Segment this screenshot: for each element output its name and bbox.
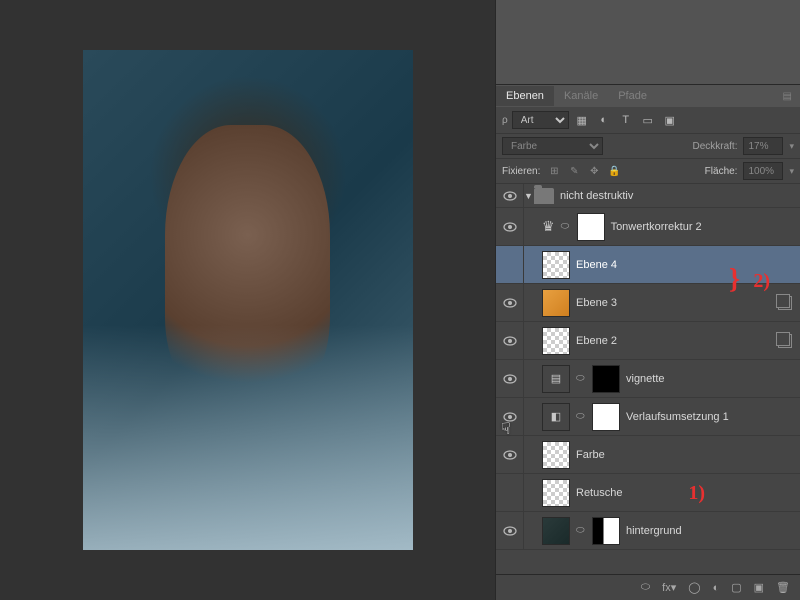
mask-thumbnail[interactable] [577,213,605,241]
opacity-input[interactable] [743,137,783,155]
fill-dropdown-icon[interactable]: ▾ [789,166,794,177]
layer-row[interactable]: ⬭ hintergrund [496,512,800,550]
visibility-toggle[interactable] [503,450,517,460]
visibility-toggle[interactable] [503,336,517,346]
layer-name[interactable]: Farbe [576,449,605,461]
link-layers-icon[interactable]: ⬭ [641,581,650,594]
fill-label: Fläche: [705,166,738,177]
opacity-dropdown-icon[interactable]: ▾ [789,141,794,152]
visibility-toggle[interactable] [503,222,517,232]
filter-adjustment-icon[interactable]: ◐ [595,111,613,129]
layer-linked-icon [778,296,792,310]
visibility-toggle[interactable] [503,526,517,536]
layer-thumbnail[interactable] [542,517,570,545]
mask-thumbnail[interactable] [592,517,620,545]
layer-row[interactable]: ♛ ⬭ Tonwertkorrektur 2 [496,208,800,246]
layer-name[interactable]: Ebene 3 [576,297,617,309]
new-adjustment-icon[interactable]: ◐ [713,582,720,594]
layer-row[interactable]: Farbe [496,436,800,474]
collapsed-panel [496,0,800,85]
new-layer-icon[interactable]: ▣ [754,581,764,594]
layer-linked-icon [778,334,792,348]
layer-filter-bar: ρ Art ▦ ◐ T ▭ ▣ [496,107,800,134]
link-icon: ⬭ [576,411,586,422]
mask-thumbnail[interactable] [592,403,620,431]
layer-name[interactable]: Retusche [576,487,622,499]
delete-layer-icon[interactable]: 🗑 [776,581,790,594]
adjustment-thumbnail[interactable]: ▤ [542,365,570,393]
link-icon: ⬭ [561,221,571,232]
layer-thumbnail[interactable] [542,289,570,317]
lock-pixels-icon[interactable]: ✎ [566,163,582,179]
fill-input[interactable] [743,162,783,180]
tab-channels[interactable]: Kanäle [554,86,608,106]
layer-name[interactable]: hintergrund [626,525,682,537]
layer-name[interactable]: Ebene 4 [576,259,617,271]
crown-icon: ♛ [542,218,555,235]
cursor-icon: ☟ [501,419,511,439]
folder-icon [534,188,554,204]
panel-menu-icon[interactable]: ▤ [775,91,800,102]
visibility-toggle[interactable] [503,191,517,201]
annotation-one: 1) [688,482,705,505]
lock-transparency-icon[interactable]: ⊞ [546,163,562,179]
panels-sidebar: Ebenen Kanäle Pfade ▤ ρ Art ▦ ◐ T ▭ ▣ Fa… [495,0,800,600]
add-mask-icon[interactable]: ◯ [688,581,700,594]
layer-row[interactable]: ◧ ⬭ Verlaufsumsetzung 1 [496,398,800,436]
search-icon: ρ [502,115,508,126]
lock-all-icon[interactable]: 🔒 [606,163,622,179]
adjustment-thumbnail[interactable]: ◧ [542,403,570,431]
lock-position-icon[interactable]: ✥ [586,163,602,179]
filter-type-select[interactable]: Art [512,111,569,129]
link-icon: ⬭ [576,525,586,536]
tab-paths[interactable]: Pfade [608,86,657,106]
panel-tabs: Ebenen Kanäle Pfade ▤ [496,85,800,107]
filter-smartobject-icon[interactable]: ▣ [661,111,679,129]
visibility-toggle[interactable] [503,298,517,308]
layer-name[interactable]: Tonwertkorrektur 2 [611,221,702,233]
layer-thumbnail[interactable] [542,327,570,355]
layer-group[interactable]: ▼ nicht destruktiv [496,184,800,208]
visibility-toggle[interactable] [503,374,517,384]
link-icon: ⬭ [576,373,586,384]
layer-row[interactable]: Retusche 1) ☟ [496,474,800,512]
layer-thumbnail[interactable] [542,251,570,279]
filter-type-icon[interactable]: T [617,111,635,129]
document-preview[interactable] [83,50,413,550]
group-name[interactable]: nicht destruktiv [560,190,633,202]
tab-layers[interactable]: Ebenen [496,86,554,106]
new-group-icon[interactable]: ▢ [731,581,741,594]
mask-thumbnail[interactable] [592,365,620,393]
layer-thumbnail[interactable] [542,479,570,507]
layer-thumbnail[interactable] [542,441,570,469]
blend-mode-select[interactable]: Farbe [502,137,603,155]
layer-name[interactable]: vignette [626,373,665,385]
lock-fill-row: Fixieren: ⊞ ✎ ✥ 🔒 Fläche: ▾ [496,159,800,184]
layer-name[interactable]: Verlaufsumsetzung 1 [626,411,729,423]
layer-row[interactable]: Ebene 2 [496,322,800,360]
filter-pixel-icon[interactable]: ▦ [573,111,591,129]
layer-name[interactable]: Ebene 2 [576,335,617,347]
layer-fx-icon[interactable]: fx▾ [662,581,676,594]
layers-list: ▼ nicht destruktiv ♛ ⬭ Tonwertkorrektur … [496,184,800,574]
layers-bottom-bar: ⬭ fx▾ ◯ ◐ ▢ ▣ 🗑 [496,574,800,600]
disclosure-icon[interactable]: ▼ [524,191,534,201]
layer-row[interactable]: Ebene 3 [496,284,800,322]
layer-row[interactable]: Ebene 4 } 2) [496,246,800,284]
lock-label: Fixieren: [502,166,540,177]
layer-row[interactable]: ▤ ⬭ vignette [496,360,800,398]
canvas-area[interactable] [0,0,495,600]
blend-opacity-row: Farbe Deckkraft: ▾ [496,134,800,159]
filter-shape-icon[interactable]: ▭ [639,111,657,129]
opacity-label: Deckkraft: [692,141,737,152]
